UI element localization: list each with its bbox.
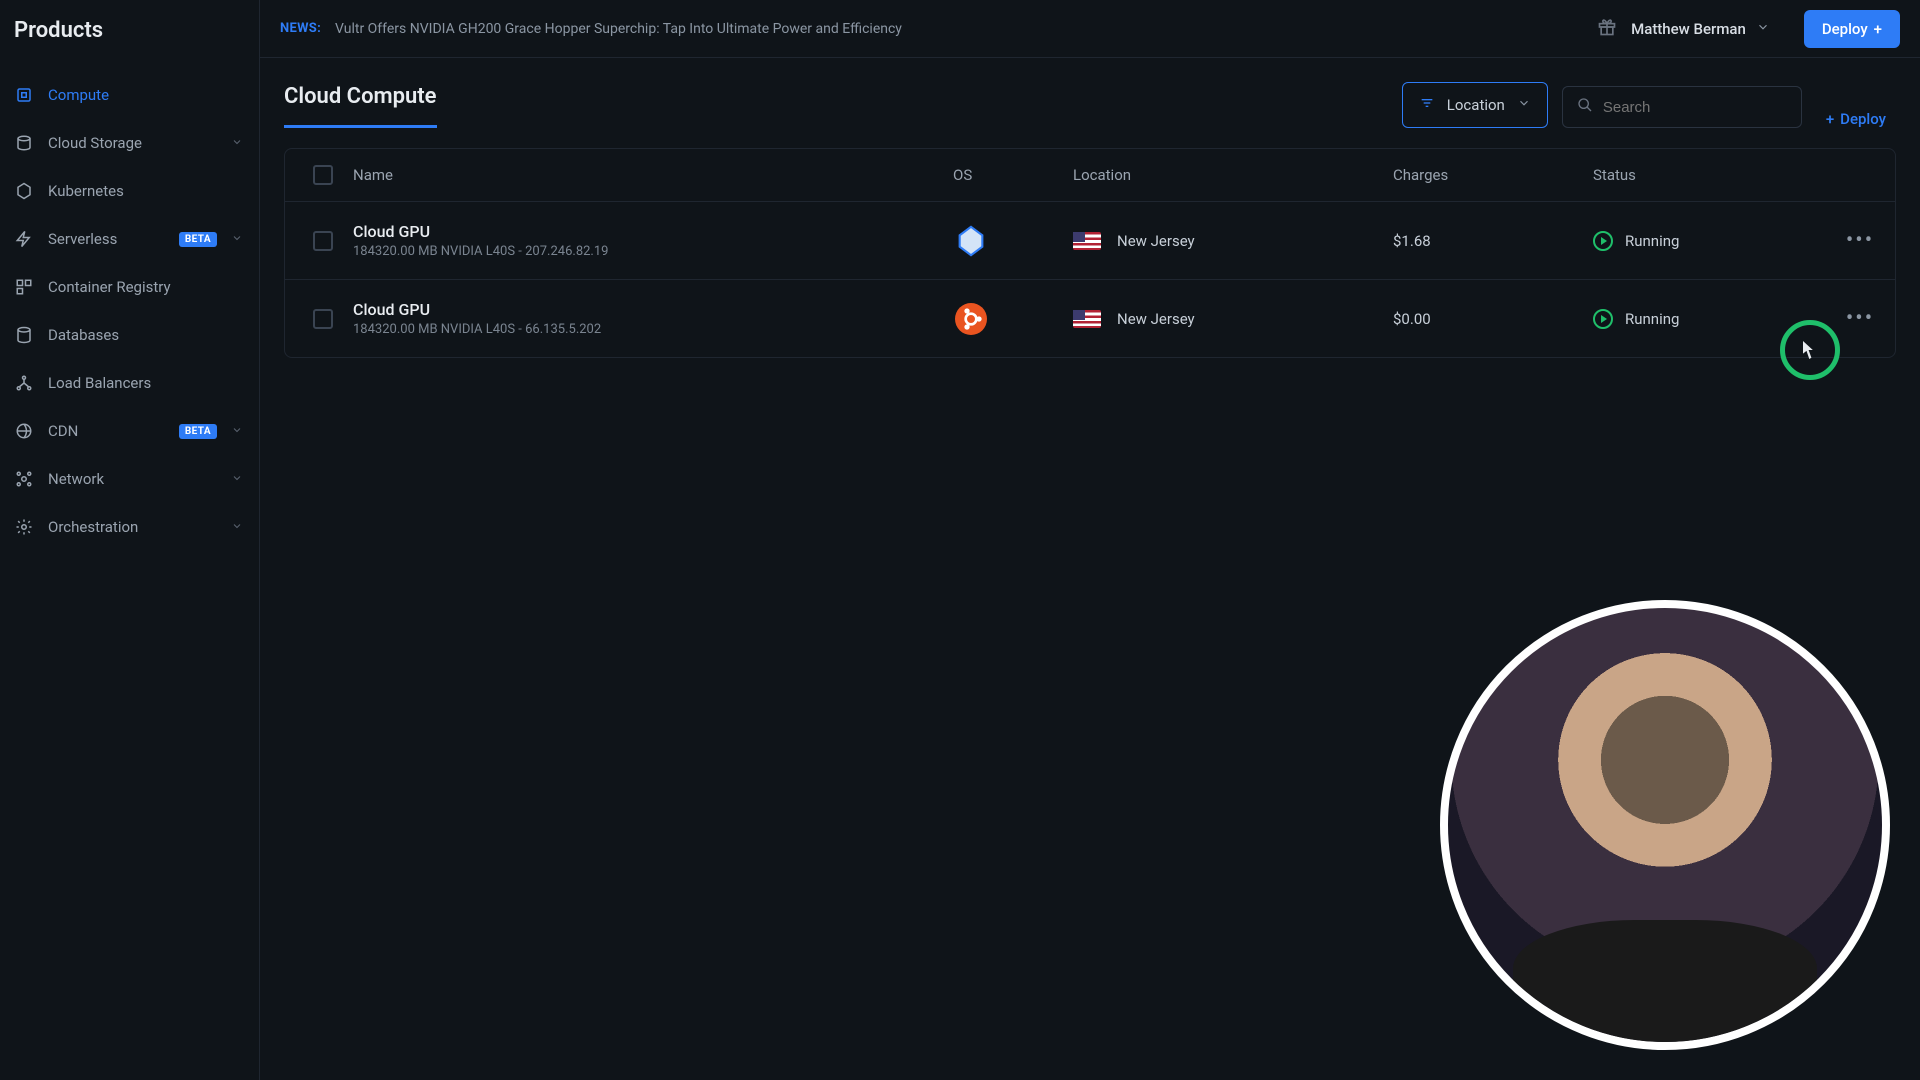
os-icon: [953, 223, 989, 259]
sidebar: Products Compute Cloud Storage Kubernete…: [0, 0, 260, 1080]
gift-icon[interactable]: [1597, 17, 1617, 41]
search-icon: [1577, 97, 1593, 117]
storage-icon: [14, 133, 34, 153]
row-checkbox[interactable]: [313, 309, 333, 329]
ubuntu-icon: [953, 301, 989, 337]
status-text: Running: [1625, 310, 1679, 328]
sidebar-item-label: Compute: [48, 86, 245, 104]
table-row[interactable]: Cloud GPU 184320.00 MB NVIDIA L40S - 207…: [285, 202, 1895, 280]
sidebar-item-cdn[interactable]: CDN BETA: [0, 407, 259, 455]
sidebar-item-label: Container Registry: [48, 278, 245, 296]
sidebar-item-label: Load Balancers: [48, 374, 245, 392]
beta-badge: BETA: [179, 424, 217, 439]
running-icon: [1593, 309, 1613, 329]
chevron-down-icon: [231, 134, 245, 152]
plus-icon: +: [1874, 20, 1882, 38]
table-header: Name OS Location Charges Status: [285, 149, 1895, 202]
flag-icon: [1073, 310, 1101, 328]
instance-name: Cloud GPU: [353, 222, 937, 241]
chevron-down-icon: [231, 518, 245, 536]
deploy-button-label: Deploy: [1822, 20, 1868, 38]
sidebar-item-label: Serverless: [48, 230, 165, 248]
instance-sub: 184320.00 MB NVIDIA L40S - 66.135.5.202: [353, 322, 937, 337]
deploy-small-button[interactable]: + Deploy: [1816, 110, 1896, 128]
chevron-down-icon: [231, 470, 245, 488]
registry-icon: [14, 277, 34, 297]
running-icon: [1593, 231, 1613, 251]
charges-text: $0.00: [1385, 310, 1585, 328]
kubernetes-icon: [14, 181, 34, 201]
instance-sub: 184320.00 MB NVIDIA L40S - 207.246.82.19: [353, 244, 937, 259]
sidebar-item-label: Cloud Storage: [48, 134, 217, 152]
sidebar-item-container-registry[interactable]: Container Registry: [0, 263, 259, 311]
sidebar-title: Products: [0, 0, 259, 61]
sidebar-item-label: Orchestration: [48, 518, 217, 536]
sidebar-item-orchestration[interactable]: Orchestration: [0, 503, 259, 551]
user-menu[interactable]: Matthew Berman: [1631, 19, 1770, 38]
sidebar-item-compute[interactable]: Compute: [0, 71, 259, 119]
chevron-down-icon: [231, 422, 245, 440]
row-checkbox[interactable]: [313, 231, 333, 251]
sidebar-item-label: Network: [48, 470, 217, 488]
sidebar-item-serverless[interactable]: Serverless BETA: [0, 215, 259, 263]
news-label: NEWS:: [280, 21, 321, 36]
load-balancer-icon: [14, 373, 34, 393]
col-status: Status: [1585, 166, 1825, 184]
instances-table: Name OS Location Charges Status Cloud GP…: [284, 148, 1896, 358]
location-text: New Jersey: [1117, 232, 1195, 250]
charges-text: $1.68: [1385, 232, 1585, 250]
sidebar-item-label: Kubernetes: [48, 182, 245, 200]
compute-icon: [14, 85, 34, 105]
col-charges: Charges: [1385, 166, 1585, 184]
search-box[interactable]: [1562, 86, 1802, 128]
col-location: Location: [1065, 166, 1385, 184]
sidebar-item-kubernetes[interactable]: Kubernetes: [0, 167, 259, 215]
topbar: NEWS: Vultr Offers NVIDIA GH200 Grace Ho…: [260, 0, 1920, 58]
database-icon: [14, 325, 34, 345]
sidebar-item-label: CDN: [48, 422, 165, 440]
chevron-down-icon: [231, 230, 245, 248]
serverless-icon: [14, 229, 34, 249]
sidebar-item-load-balancers[interactable]: Load Balancers: [0, 359, 259, 407]
toolbar: Cloud Compute Location + Deploy: [260, 58, 1920, 128]
cdn-icon: [14, 421, 34, 441]
status-text: Running: [1625, 232, 1679, 250]
orchestration-icon: [14, 517, 34, 537]
beta-badge: BETA: [179, 232, 217, 247]
location-filter[interactable]: Location: [1402, 82, 1548, 128]
user-name: Matthew Berman: [1631, 20, 1746, 38]
sidebar-item-cloud-storage[interactable]: Cloud Storage: [0, 119, 259, 167]
plus-icon: +: [1826, 110, 1834, 128]
table-row[interactable]: Cloud GPU 184320.00 MB NVIDIA L40S - 66.…: [285, 280, 1895, 357]
location-text: New Jersey: [1117, 310, 1195, 328]
chevron-down-icon: [1756, 19, 1770, 38]
chevron-down-icon: [1517, 96, 1531, 114]
deploy-button[interactable]: Deploy +: [1804, 10, 1900, 48]
col-os: OS: [945, 166, 1065, 184]
sidebar-item-label: Databases: [48, 326, 245, 344]
select-all-checkbox[interactable]: [313, 165, 333, 185]
sidebar-item-network[interactable]: Network: [0, 455, 259, 503]
filter-icon: [1419, 95, 1435, 115]
col-name: Name: [345, 166, 945, 184]
flag-icon: [1073, 232, 1101, 250]
deploy-small-label: Deploy: [1840, 110, 1886, 128]
search-input[interactable]: [1603, 99, 1802, 116]
tab-cloud-compute[interactable]: Cloud Compute: [284, 84, 437, 128]
row-actions[interactable]: •••: [1825, 306, 1895, 331]
network-icon: [14, 469, 34, 489]
location-label: Location: [1447, 96, 1505, 114]
main: NEWS: Vultr Offers NVIDIA GH200 Grace Ho…: [260, 0, 1920, 1080]
news-text[interactable]: Vultr Offers NVIDIA GH200 Grace Hopper S…: [335, 21, 1583, 37]
webcam-overlay: [1440, 600, 1890, 1050]
sidebar-item-databases[interactable]: Databases: [0, 311, 259, 359]
row-actions[interactable]: •••: [1825, 228, 1895, 253]
instance-name: Cloud GPU: [353, 300, 937, 319]
